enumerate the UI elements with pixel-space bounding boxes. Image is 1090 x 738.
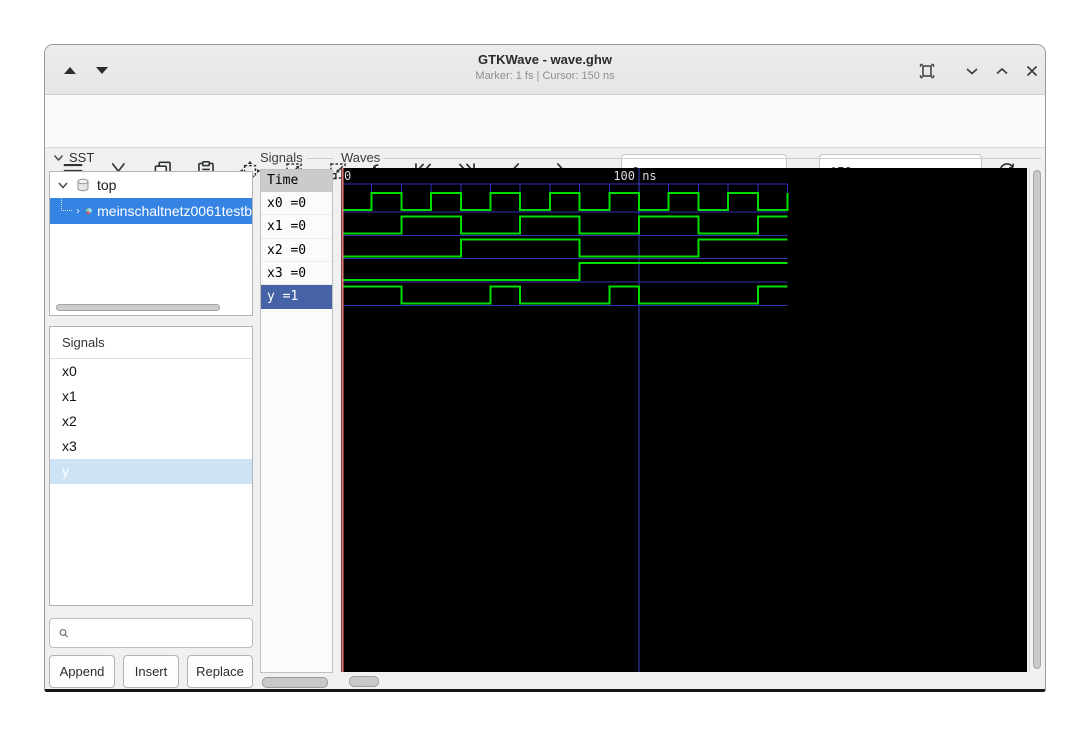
value-row[interactable]: x1 =0 [261, 215, 332, 239]
shade-down-icon[interactable] [96, 67, 108, 74]
database-icon [77, 178, 89, 192]
replace-button[interactable]: Replace [187, 655, 253, 688]
sst-label: SST [69, 150, 95, 165]
wave-trace-x2 [342, 238, 788, 258]
module-icon [85, 207, 93, 215]
sst-pane-header[interactable]: SST [53, 150, 94, 165]
expander-down-icon [53, 154, 64, 161]
wave-svg: 0 100 ns [341, 168, 789, 672]
fullscreen-icon[interactable] [917, 61, 937, 81]
sst-tree: top meinschaltnetz0061testb [49, 171, 253, 316]
value-row[interactable]: x0 =0 [261, 192, 332, 216]
values-panel: Time x0 =0 x1 =0 x2 =0 x3 =0 y =1 [260, 169, 333, 673]
tree-item-label: meinschaltnetz0061testb [97, 203, 252, 219]
search-input[interactable] [76, 625, 252, 641]
wave-vscrollbar-thumb[interactable] [1033, 170, 1041, 669]
chevron-up-icon[interactable] [993, 61, 1013, 81]
tree-hscrollbar-thumb[interactable] [56, 304, 220, 311]
search-icon [59, 628, 68, 637]
waves-frame-label: Waves [341, 150, 1041, 165]
shade-up-icon[interactable] [64, 67, 76, 74]
wave-trace-x1 [342, 215, 788, 235]
expander-down-icon[interactable] [57, 181, 69, 190]
signal-list-item[interactable]: x1 [50, 384, 252, 409]
wave-trace-x3 [342, 262, 788, 282]
tree-item-module[interactable]: meinschaltnetz0061testb [50, 198, 252, 224]
timeline-label-100ns: 100 ns [613, 169, 656, 183]
value-rows: x0 =0 x1 =0 x2 =0 x3 =0 y =1 [261, 192, 332, 309]
marker-cursor-status: Marker: 1 fs | Cursor: 150 ns [475, 70, 615, 82]
tree-item-top[interactable]: top [50, 172, 252, 198]
value-row[interactable]: x2 =0 [261, 239, 332, 262]
wave-hscrollbar-thumb[interactable] [349, 676, 379, 687]
wave-vscrollbar[interactable] [1029, 168, 1043, 672]
time-header[interactable]: Time [261, 170, 332, 192]
gtkwave-window: GTKWave - wave.ghw Marker: 1 fs | Cursor… [44, 44, 1046, 692]
signal-list-item[interactable]: x0 [50, 359, 252, 384]
values-frame-label: Signals [260, 150, 333, 165]
insert-button[interactable]: Insert [123, 655, 179, 688]
titlebar-center: GTKWave - wave.ghw Marker: 1 fs | Cursor… [245, 52, 845, 82]
window-title: GTKWave - wave.ghw [478, 52, 612, 67]
values-hscrollbar-thumb[interactable] [262, 677, 328, 688]
tree-guide-line [61, 198, 72, 211]
signal-list-item[interactable]: x3 [50, 434, 252, 459]
signals-panel-header: Signals [50, 327, 252, 359]
expander-right-icon[interactable] [76, 205, 80, 217]
chevron-down-icon[interactable] [963, 61, 983, 81]
titlebar[interactable]: GTKWave - wave.ghw Marker: 1 fs | Cursor… [45, 45, 1045, 95]
signals-panel: Signals x0 x1 x2 x3 y [49, 326, 253, 606]
signal-search[interactable] [49, 618, 253, 648]
tree-item-label: top [97, 177, 117, 193]
signal-list: x0 x1 x2 x3 y [50, 359, 252, 484]
wave-trace-y [342, 285, 788, 305]
timeline-label-origin: 0 [344, 169, 351, 183]
append-button[interactable]: Append [49, 655, 115, 688]
value-row[interactable]: y =1 [261, 285, 332, 309]
close-icon[interactable] [1023, 61, 1043, 81]
waves-frame-label-text: Waves [341, 150, 381, 165]
signal-list-item[interactable]: x2 [50, 409, 252, 434]
value-row[interactable]: x3 =0 [261, 262, 332, 286]
values-frame-label-text: Signals [260, 150, 303, 165]
wave-canvas[interactable]: 0 100 ns [341, 168, 1027, 672]
wave-trace-x0 [342, 192, 789, 211]
signal-list-item[interactable]: y [50, 459, 252, 484]
toolbar: From: To: [45, 95, 1045, 189]
